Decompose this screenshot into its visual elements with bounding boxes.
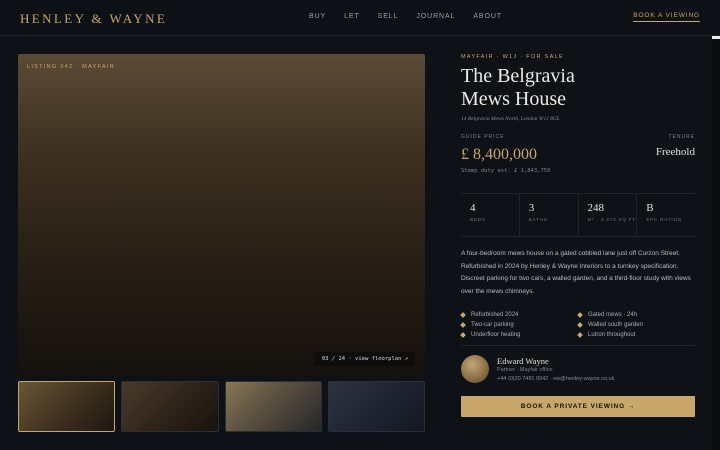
agent-contact[interactable]: +44 (0)20 7491 0042 · ew@henley-wayne.co…	[497, 376, 614, 382]
nav-item-let[interactable]: LET	[344, 13, 360, 20]
feature-item: Gated mews · 24h	[577, 312, 695, 319]
feature-label: Gated mews · 24h	[588, 312, 638, 319]
thumbnail-strip	[18, 381, 425, 432]
thumbnail-1-selected[interactable]	[18, 381, 116, 432]
nav-item-buy[interactable]: BUY	[309, 13, 326, 20]
property-stats: 4 BEDS 3 BATHS 248 M² · 2,670 SQ FT B EP…	[461, 193, 695, 237]
hero-photo[interactable]: LISTING 042 · MAYFAIR 03 / 24 · view flo…	[18, 54, 425, 375]
book-private-viewing-button[interactable]: BOOK A PRIVATE VIEWING →	[461, 396, 695, 418]
stamp-duty-estimate: Stamp duty est. £ 1,843,750	[461, 168, 551, 174]
diamond-bullet-icon	[460, 322, 466, 329]
listing-eyebrow: MAYFAIR · W1J · FOR SALE	[461, 54, 564, 60]
diamond-bullet-icon	[577, 332, 583, 339]
feature-label: Lutron throughout	[588, 332, 636, 339]
feature-label: Walled south garden	[588, 322, 643, 329]
feature-label: Two-car parking	[471, 322, 514, 329]
nav-item-journal[interactable]: JOURNAL	[416, 13, 455, 20]
thumbnail-3[interactable]	[224, 381, 322, 432]
price-block: GUIDE PRICE £ 8,400,000 Stamp duty est. …	[461, 134, 695, 186]
thumbnail-2[interactable]	[121, 381, 219, 432]
agent-info: Edward Wayne Partner · Mayfair office +4…	[497, 356, 614, 382]
stat-value: B	[646, 202, 654, 214]
listing-title: The Belgravia Mews House	[461, 65, 575, 110]
listing-tag: LISTING 042 · MAYFAIR	[27, 64, 116, 70]
feature-item: Two-car parking	[460, 322, 578, 329]
stat-value: 248	[587, 202, 605, 214]
listing-details-panel: MAYFAIR · W1J · FOR SALE The Belgravia M…	[460, 54, 695, 418]
scrollbar[interactable]	[712, 36, 720, 450]
listing-description: A four-bedroom mews house on a gated cob…	[461, 250, 691, 295]
diamond-bullet-icon	[460, 312, 466, 319]
feature-item: Lutron throughout	[577, 332, 695, 339]
diamond-bullet-icon	[577, 312, 583, 319]
stat-beds: 4 BEDS	[461, 194, 520, 236]
main-nav: BUY LET SELL JOURNAL ABOUT	[309, 13, 502, 20]
feature-item: Underfloor heating	[460, 332, 578, 339]
listing-address: 14 Belgravia Mews North, London W1J 8GL	[461, 116, 560, 122]
stat-epc: B EPC RATING	[637, 194, 695, 236]
feature-label: Refurbished 2024	[471, 312, 519, 319]
stat-label: BEDS	[470, 217, 486, 222]
nav-item-about[interactable]: ABOUT	[473, 13, 502, 20]
book-viewing-link[interactable]: BOOK A VIEWING	[633, 12, 700, 22]
diamond-bullet-icon	[577, 322, 583, 329]
tenure-value: Freehold	[655, 146, 695, 158]
thumbnail-4[interactable]	[327, 381, 425, 432]
stat-label: EPC RATING	[646, 217, 682, 222]
feature-label: Underfloor heating	[471, 332, 521, 339]
agent-name: Edward Wayne	[497, 356, 549, 367]
diamond-bullet-icon	[460, 332, 466, 339]
tenure-label: TENURE	[668, 134, 695, 140]
nav-item-sell[interactable]: SELL	[378, 13, 399, 20]
brand-logo[interactable]: HENLEY & WAYNE	[20, 11, 167, 27]
agent-role: Partner · Mayfair office	[497, 367, 553, 374]
top-navigation-bar: HENLEY & WAYNE BUY LET SELL JOURNAL ABOU…	[0, 0, 720, 36]
stat-value: 4	[470, 202, 476, 214]
photo-counter-floorplan-button[interactable]: 03 / 24 · view floorplan ↗	[314, 352, 415, 366]
agent-avatar	[461, 355, 489, 384]
stat-area: 248 M² · 2,670 SQ FT	[579, 194, 638, 236]
agent-card: Edward Wayne Partner · Mayfair office +4…	[461, 345, 695, 384]
stat-baths: 3 BATHS	[520, 194, 579, 236]
feature-item: Refurbished 2024	[460, 312, 578, 319]
feature-list: Refurbished 2024 Gated mews · 24h Two-ca…	[460, 312, 695, 339]
stat-label: M² · 2,670 SQ FT	[587, 217, 637, 222]
stat-value: 3	[528, 202, 535, 214]
feature-item: Walled south garden	[577, 322, 695, 329]
stat-label: BATHS	[528, 217, 548, 222]
tenure-block: TENURE Freehold	[656, 134, 695, 158]
